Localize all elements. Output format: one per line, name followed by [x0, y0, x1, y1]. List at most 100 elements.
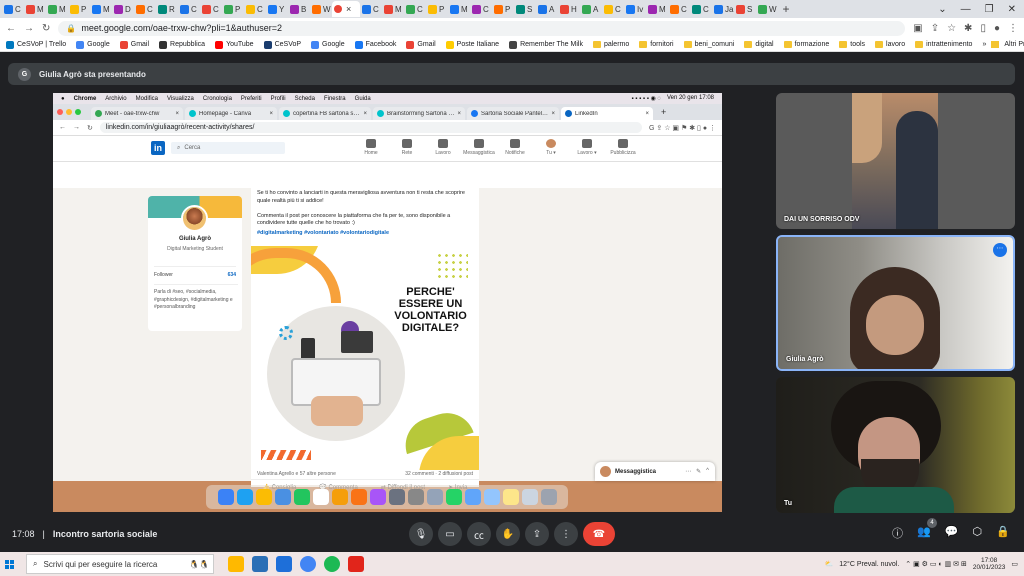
- forward-icon[interactable]: →: [24, 23, 34, 34]
- browser-tab[interactable]: C: [668, 1, 690, 17]
- share-icon[interactable]: ⇪: [931, 23, 939, 34]
- raise-hand-icon[interactable]: ✋: [496, 522, 520, 546]
- end-call-button[interactable]: ☎: [583, 522, 615, 546]
- file-explorer-icon[interactable]: [228, 556, 244, 572]
- bookmark-item[interactable]: palermo: [592, 41, 629, 48]
- extensions-icon[interactable]: ✱: [964, 23, 972, 34]
- bookmark-item[interactable]: Facebook: [354, 40, 396, 49]
- info-icon[interactable]: ⓘ: [892, 525, 903, 541]
- browser-tab[interactable]: C: [470, 1, 492, 17]
- acrobat-icon[interactable]: [348, 556, 364, 572]
- browser-tab[interactable]: C: [200, 1, 222, 17]
- bookmark-item[interactable]: CeSVoP | Trello: [6, 40, 66, 49]
- bookmark-item[interactable]: Remember The Milk: [509, 40, 583, 49]
- bookmark-item[interactable]: Gmail: [406, 40, 436, 49]
- browser-tab[interactable]: W: [310, 1, 332, 17]
- spotify-icon[interactable]: [324, 556, 340, 572]
- browser-tab[interactable]: M: [646, 1, 668, 17]
- browser-tab[interactable]: R: [156, 1, 178, 17]
- bookmark-item[interactable]: Gmail: [119, 40, 149, 49]
- new-tab-icon[interactable]: +: [778, 2, 794, 16]
- close-window-icon[interactable]: ✕: [1008, 4, 1016, 15]
- browser-tab[interactable]: M: [90, 1, 112, 17]
- browser-tab[interactable]: W: [756, 1, 778, 17]
- camera-indicator-icon[interactable]: ▣: [913, 23, 922, 34]
- bookmark-item[interactable]: Google: [311, 40, 345, 49]
- browser-tab[interactable]: B: [288, 1, 310, 17]
- close-icon[interactable]: ×: [346, 4, 351, 14]
- bookmark-item[interactable]: beni_comuni: [683, 41, 734, 48]
- browser-tab[interactable]: P: [68, 1, 90, 17]
- profile-avatar-icon[interactable]: ●: [994, 23, 1000, 34]
- browser-tab[interactable]: Ja: [712, 1, 734, 17]
- address-bar[interactable]: 🔒 meet.google.com/oae-trxw-chw?pli=1&aut…: [58, 20, 906, 36]
- participant-tile-self[interactable]: Tu: [776, 377, 1015, 513]
- sidepanel-icon[interactable]: ▯: [980, 23, 986, 34]
- more-options-icon[interactable]: ⋮: [554, 522, 578, 546]
- browser-tab[interactable]: P: [492, 1, 514, 17]
- browser-tab[interactable]: A: [580, 1, 602, 17]
- bookmark-item[interactable]: tools: [839, 41, 865, 48]
- participant-tile[interactable]: DAI UN SORRISO ODV: [776, 93, 1015, 229]
- browser-tab[interactable]: C: [690, 1, 712, 17]
- browser-tab[interactable]: S: [734, 1, 756, 17]
- bookmark-item[interactable]: YouTube: [215, 40, 254, 49]
- browser-tab[interactable]: M: [448, 1, 470, 17]
- bookmark-item[interactable]: intrattenimento: [915, 41, 972, 48]
- bookmark-star-icon[interactable]: ☆: [947, 23, 956, 34]
- browser-tab[interactable]: M: [24, 1, 46, 17]
- present-screen-icon[interactable]: ⇪: [525, 522, 549, 546]
- chat-icon[interactable]: 💬: [945, 525, 959, 541]
- browser-tab[interactable]: C: [2, 1, 24, 17]
- browser-tab[interactable]: Iv: [624, 1, 646, 17]
- browser-tab[interactable]: M: [46, 1, 68, 17]
- participant-tile-presenter[interactable]: ⋯ Giulia Agrò: [776, 235, 1015, 371]
- browser-tab[interactable]: C: [244, 1, 266, 17]
- bookmark-item[interactable]: fornitori: [639, 41, 674, 48]
- follower-count: 634: [227, 272, 236, 278]
- store-icon[interactable]: [252, 556, 268, 572]
- taskbar-search[interactable]: ⌕ Scrivi qui per eseguire la ricerca 🐧🐧: [26, 554, 214, 574]
- browser-tab[interactable]: P: [426, 1, 448, 17]
- bookmark-item[interactable]: Repubblica: [159, 40, 205, 49]
- microphone-icon[interactable]: 🎙: [409, 522, 433, 546]
- tab-favicon-icon: [48, 4, 57, 14]
- browser-tab[interactable]: C: [178, 1, 200, 17]
- windows-start-icon[interactable]: [0, 552, 18, 576]
- bookmarks-overflow[interactable]: » Altri Preferiti: [982, 41, 1024, 48]
- browser-tab[interactable]: A: [536, 1, 558, 17]
- chrome-icon[interactable]: [300, 556, 316, 572]
- browser-tab[interactable]: S: [514, 1, 536, 17]
- bookmark-item[interactable]: lavoro: [875, 41, 905, 48]
- browser-tab[interactable]: H: [558, 1, 580, 17]
- more-options-icon[interactable]: ⋯: [993, 243, 1007, 257]
- host-controls-icon[interactable]: 🔒: [996, 525, 1010, 541]
- back-icon[interactable]: ←: [6, 23, 16, 34]
- bookmark-item[interactable]: formazione: [783, 41, 829, 48]
- tab-search-icon[interactable]: ⌄: [938, 4, 946, 15]
- browser-tab[interactable]: C: [360, 1, 382, 17]
- browser-tab[interactable]: ×: [332, 1, 360, 17]
- activities-icon[interactable]: ⬡: [972, 525, 982, 541]
- browser-tab[interactable]: C: [134, 1, 156, 17]
- chrome-menu-icon[interactable]: ⋮: [1008, 23, 1018, 34]
- browser-tab[interactable]: P: [222, 1, 244, 17]
- bookmark-item[interactable]: CeSVoP: [263, 40, 301, 49]
- camera-icon[interactable]: ▭: [438, 522, 462, 546]
- browser-tab[interactable]: M: [382, 1, 404, 17]
- browser-tab[interactable]: C: [404, 1, 426, 17]
- mail-icon[interactable]: [276, 556, 292, 572]
- reload-icon[interactable]: ↻: [42, 23, 50, 34]
- taskbar-clock[interactable]: 17:08 20/01/2023: [973, 557, 1006, 571]
- notifications-icon[interactable]: ▭: [1011, 560, 1018, 568]
- tray-icons[interactable]: ⌃ ▣ ⚙ ▭ ◐ ▥ ✉ ⊞: [905, 560, 967, 568]
- bookmark-item[interactable]: Poste Italiane: [445, 40, 499, 49]
- bookmark-item[interactable]: Google: [76, 40, 110, 49]
- browser-tab[interactable]: D: [112, 1, 134, 17]
- bookmark-item[interactable]: digital: [744, 41, 774, 48]
- minimize-icon[interactable]: —: [961, 4, 971, 15]
- maximize-icon[interactable]: ❐: [985, 4, 994, 15]
- browser-tab[interactable]: Y: [266, 1, 288, 17]
- captions-icon[interactable]: ㏄: [467, 522, 491, 546]
- browser-tab[interactable]: C: [602, 1, 624, 17]
